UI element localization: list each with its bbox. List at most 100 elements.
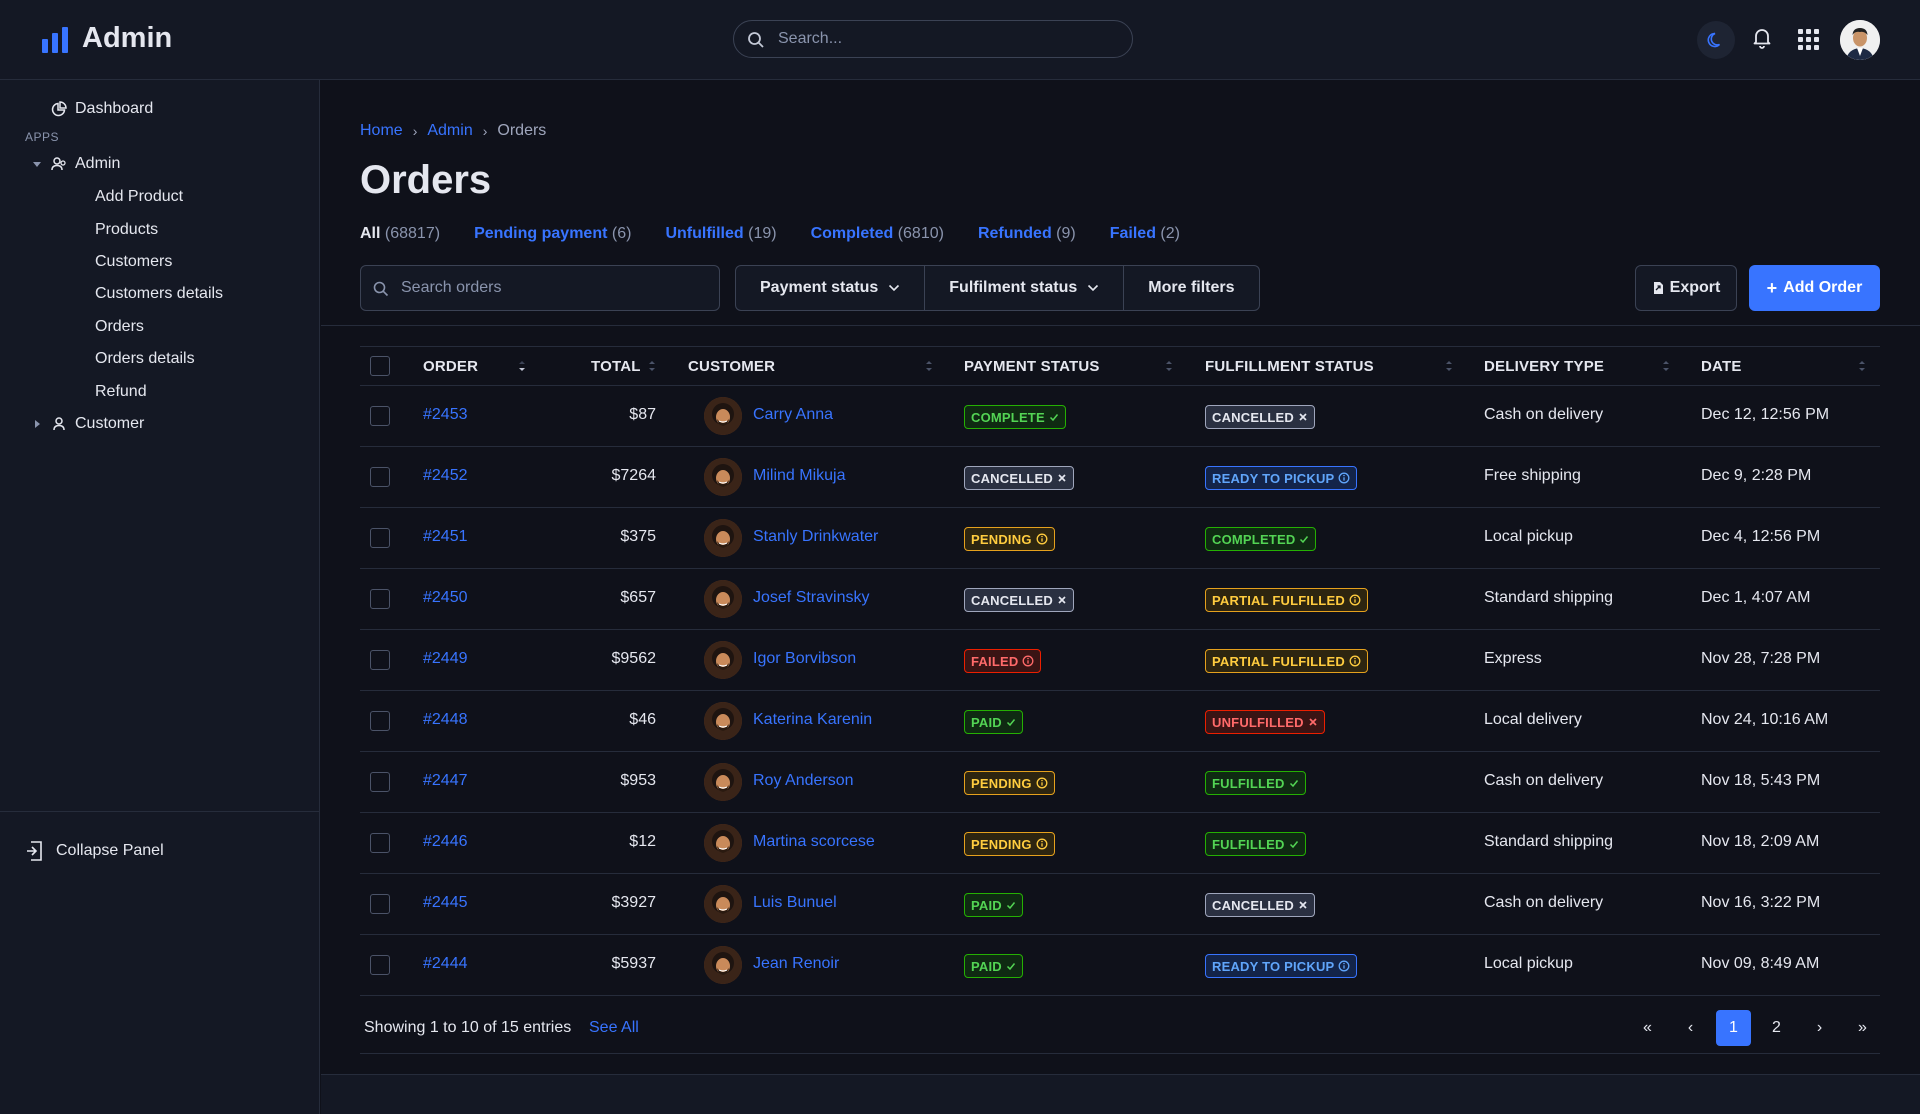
- sidebar-item-customer[interactable]: Customer: [31, 415, 144, 433]
- tab-pending-payment[interactable]: Pending payment (6): [474, 225, 631, 243]
- header-delivery-type[interactable]: DELIVERY TYPE: [1484, 358, 1604, 375]
- sort-icon[interactable]: [1165, 359, 1173, 373]
- order-status-tabs: All (68817) Pending payment (6) Unfulfil…: [360, 225, 1180, 243]
- customer-name-link[interactable]: Roy Anderson: [753, 772, 854, 790]
- customer-name-link[interactable]: Carry Anna: [753, 406, 833, 424]
- sidebar-subitem-orders[interactable]: Orders: [95, 318, 144, 336]
- sidebar-subitem-customers[interactable]: Customers: [95, 253, 172, 271]
- last-page-button[interactable]: »: [1845, 1010, 1880, 1046]
- orders-search[interactable]: [360, 265, 720, 311]
- sidebar-subitem-products[interactable]: Products: [95, 221, 158, 239]
- add-order-button[interactable]: + Add Order: [1749, 265, 1880, 311]
- customer-avatar-image: [704, 824, 742, 862]
- orders-search-input[interactable]: [401, 266, 701, 310]
- header-fulfillment-status[interactable]: FULFILLMENT STATUS: [1205, 358, 1374, 375]
- customer-name-link[interactable]: Martina scorcese: [753, 833, 875, 851]
- row-checkbox[interactable]: [370, 894, 390, 914]
- breadcrumb-admin[interactable]: Admin: [427, 122, 472, 140]
- sidebar-item-dashboard[interactable]: Dashboard: [51, 100, 153, 118]
- next-page-button[interactable]: ›: [1802, 1010, 1837, 1046]
- sidebar-subitem-add-product[interactable]: Add Product: [95, 188, 183, 206]
- delivery-type: Cash on delivery: [1484, 406, 1604, 423]
- page-1-button[interactable]: 1: [1716, 1010, 1751, 1046]
- sort-icon[interactable]: [648, 359, 656, 373]
- customer-name-link[interactable]: Luis Bunuel: [753, 894, 837, 912]
- check-icon: [1289, 841, 1298, 849]
- row-checkbox[interactable]: [370, 955, 390, 975]
- sort-icon[interactable]: [925, 359, 933, 373]
- customer-name-link[interactable]: Josef Stravinsky: [753, 589, 869, 607]
- check-icon: [1006, 719, 1015, 727]
- header-payment-status[interactable]: PAYMENT STATUS: [964, 358, 1100, 375]
- order-number-link[interactable]: #2452: [423, 467, 468, 485]
- page-2-button[interactable]: 2: [1759, 1010, 1794, 1046]
- breadcrumb-home[interactable]: Home: [360, 122, 403, 140]
- order-number-link[interactable]: #2449: [423, 650, 468, 668]
- app-logo[interactable]: Admin: [42, 22, 172, 55]
- fulfilment-status-filter[interactable]: Fulfilment status: [925, 266, 1125, 310]
- customer-name-link[interactable]: Igor Borvibson: [753, 650, 856, 668]
- order-number-link[interactable]: #2447: [423, 772, 468, 790]
- global-search-input[interactable]: [778, 21, 1118, 57]
- row-checkbox[interactable]: [370, 833, 390, 853]
- user-avatar[interactable]: [1840, 20, 1880, 60]
- order-number-link[interactable]: #2448: [423, 711, 468, 729]
- header-customer[interactable]: CUSTOMER: [688, 358, 775, 375]
- row-checkbox[interactable]: [370, 589, 390, 609]
- customer-name-link[interactable]: Stanly Drinkwater: [753, 528, 878, 546]
- sidebar-subitem-customers-details[interactable]: Customers details: [95, 285, 223, 303]
- export-button[interactable]: Export: [1635, 265, 1737, 311]
- customer-avatar-image: [704, 458, 742, 496]
- sort-icon[interactable]: [1445, 359, 1453, 373]
- order-number-link[interactable]: #2444: [423, 955, 468, 973]
- apps-grid-icon[interactable]: [1798, 29, 1819, 50]
- table-row: #2444 $5937 Jean Renoir PAID READY TO PICKUP…: [360, 935, 1880, 996]
- search-icon: [373, 281, 389, 297]
- header-total[interactable]: TOTAL: [591, 358, 641, 375]
- order-number-link[interactable]: #2451: [423, 528, 468, 546]
- collapse-panel-button[interactable]: Collapse Panel: [24, 840, 164, 862]
- see-all-link[interactable]: See All: [589, 1019, 639, 1037]
- customer-name-link[interactable]: Katerina Karenin: [753, 711, 872, 729]
- payment-status-badge: PAID: [964, 893, 1023, 917]
- header-order[interactable]: ORDER: [423, 358, 478, 375]
- sort-icon[interactable]: [1858, 359, 1866, 373]
- order-number-link[interactable]: #2450: [423, 589, 468, 607]
- table-row: #2450 $657 Josef Stravinsky CANCELLED PARTIA…: [360, 569, 1880, 630]
- tab-failed[interactable]: Failed (2): [1110, 225, 1180, 243]
- customer-avatar: [704, 519, 742, 557]
- customer-avatar-image: [704, 397, 742, 435]
- tab-refunded[interactable]: Refunded (9): [978, 225, 1076, 243]
- customer-name-link[interactable]: Milind Mikuja: [753, 467, 845, 485]
- sidebar-subitem-refund[interactable]: Refund: [95, 383, 147, 401]
- order-number-link[interactable]: #2445: [423, 894, 468, 912]
- order-number-link[interactable]: #2446: [423, 833, 468, 851]
- header-date[interactable]: DATE: [1701, 358, 1742, 375]
- row-checkbox[interactable]: [370, 406, 390, 426]
- notifications-button[interactable]: [1752, 27, 1772, 54]
- sort-desc-icon[interactable]: [518, 359, 526, 373]
- chevron-down-icon: [889, 284, 900, 292]
- global-search[interactable]: [733, 20, 1133, 58]
- tab-all[interactable]: All (68817): [360, 225, 440, 243]
- row-checkbox[interactable]: [370, 772, 390, 792]
- prev-page-button[interactable]: ‹: [1673, 1010, 1708, 1046]
- sidebar-subitem-orders-details[interactable]: Orders details: [95, 350, 195, 368]
- row-checkbox[interactable]: [370, 711, 390, 731]
- order-number-link[interactable]: #2453: [423, 406, 468, 424]
- info-icon: [1349, 655, 1361, 667]
- first-page-button[interactable]: «: [1630, 1010, 1665, 1046]
- tab-completed[interactable]: Completed (6810): [811, 225, 944, 243]
- select-all-checkbox[interactable]: [370, 356, 390, 376]
- payment-status-badge: PAID: [964, 954, 1023, 978]
- row-checkbox[interactable]: [370, 650, 390, 670]
- sort-icon[interactable]: [1662, 359, 1670, 373]
- customer-name-link[interactable]: Jean Renoir: [753, 955, 839, 973]
- row-checkbox[interactable]: [370, 467, 390, 487]
- sidebar-item-admin[interactable]: Admin: [31, 155, 120, 173]
- payment-status-filter[interactable]: Payment status: [736, 266, 926, 310]
- theme-toggle-button[interactable]: [1697, 21, 1735, 59]
- row-checkbox[interactable]: [370, 528, 390, 548]
- tab-unfulfilled[interactable]: Unfulfilled (19): [665, 225, 776, 243]
- more-filters-button[interactable]: More filters: [1124, 266, 1258, 310]
